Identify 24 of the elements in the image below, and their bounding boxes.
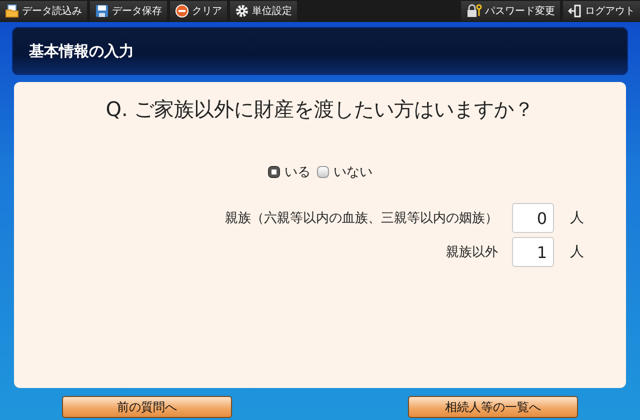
toolbar-button[interactable]: ログアウト bbox=[563, 1, 640, 21]
unit-label: 人 bbox=[570, 243, 585, 261]
toolbar-button[interactable]: パスワード変更 bbox=[461, 1, 560, 21]
back-button[interactable]: 前の質問へ bbox=[62, 396, 232, 418]
settings-icon bbox=[235, 4, 249, 18]
field-label: 親族以外 bbox=[446, 244, 498, 261]
radio-option[interactable]: いない bbox=[316, 163, 372, 181]
question-text: Q. ご家族以外に財産を渡したい方はいますか？ bbox=[106, 96, 534, 123]
save-icon bbox=[95, 4, 109, 18]
section-title: 基本情報の入力 bbox=[29, 42, 134, 60]
unit-label: 人 bbox=[570, 209, 585, 227]
field-label: 親族（六親等以内の血族、三親等以内の姻族） bbox=[225, 210, 498, 227]
number-field[interactable]: 0 bbox=[512, 203, 554, 233]
folder-icon bbox=[5, 4, 19, 18]
toolbar-button[interactable]: データ読込み bbox=[0, 1, 87, 21]
no-entry-icon bbox=[175, 4, 189, 18]
next-button[interactable]: 相続人等の一覧へ bbox=[408, 396, 578, 418]
radio-option[interactable]: いる bbox=[268, 163, 310, 181]
lock-key-icon bbox=[466, 4, 482, 18]
toolbar-button[interactable]: データ保存 bbox=[90, 1, 167, 21]
logout-icon bbox=[568, 4, 582, 18]
toolbar-button[interactable]: クリア bbox=[170, 1, 227, 21]
number-field[interactable]: 1 bbox=[512, 237, 554, 267]
toolbar-button[interactable]: 単位設定 bbox=[230, 1, 297, 21]
